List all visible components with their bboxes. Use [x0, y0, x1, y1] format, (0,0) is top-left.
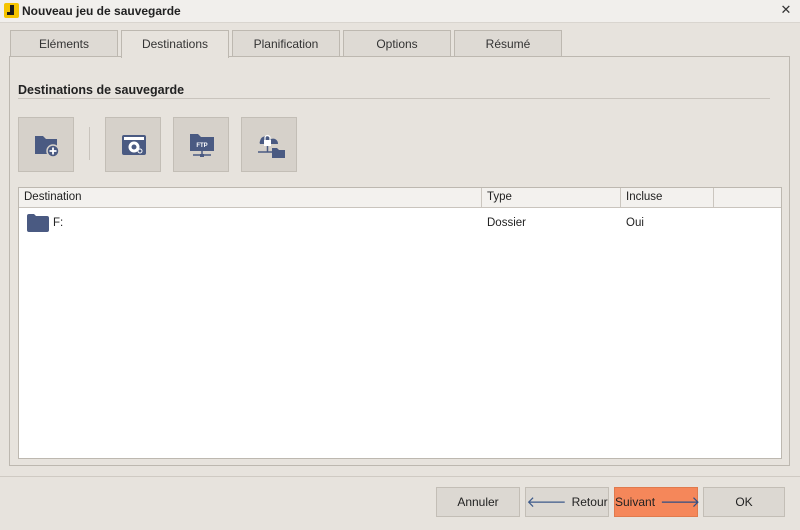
next-label: Suivant — [615, 495, 656, 509]
destinations-table: Destination Type Incluse F: Dossier Oui — [18, 187, 782, 459]
title-bar: Nouveau jeu de sauvegarde ✕ — [0, 0, 800, 23]
column-header-extra — [714, 188, 781, 207]
ftp-folder-icon: FTP — [190, 134, 214, 157]
back-label: Retour — [571, 495, 608, 509]
cancel-label: Annuler — [457, 495, 499, 509]
tab-planification[interactable]: Planification — [232, 30, 340, 56]
svg-text:FTP: FTP — [196, 143, 207, 149]
ok-label: OK — [735, 495, 753, 509]
footer-divider — [0, 476, 800, 477]
section-title: Destinations de sauvegarde — [18, 83, 185, 97]
cancel-button[interactable]: Annuler — [436, 487, 520, 517]
close-button[interactable]: ✕ — [778, 2, 794, 18]
tab-elements[interactable]: Eléments — [10, 30, 118, 56]
column-header-type[interactable]: Type — [482, 188, 621, 207]
section-divider — [18, 98, 770, 99]
table-row[interactable]: F: Dossier Oui — [19, 208, 781, 238]
window-title: Nouveau jeu de sauvegarde — [22, 4, 181, 18]
add-folder-icon — [35, 136, 60, 158]
tab-options[interactable]: Options — [343, 30, 451, 56]
arrow-right-icon: 🡒 — [660, 494, 701, 511]
add-network-destination-button[interactable] — [241, 117, 297, 172]
column-header-destination[interactable]: Destination — [19, 188, 482, 207]
tab-destinations[interactable]: Destinations — [121, 30, 229, 58]
ok-button[interactable]: OK — [703, 487, 785, 517]
disc-drive-icon — [122, 135, 146, 155]
table-header: Destination Type Incluse — [19, 188, 781, 208]
add-drive-destination-button[interactable] — [105, 117, 161, 172]
arrow-left-icon: 🡐 — [526, 494, 567, 511]
secure-network-folder-icon — [258, 134, 285, 158]
folder-icon — [27, 214, 49, 232]
toolbar-separator — [89, 127, 90, 160]
next-button[interactable]: Suivant 🡒 — [614, 487, 701, 517]
row-destination: F: — [53, 217, 64, 229]
column-header-included[interactable]: Incluse — [621, 188, 714, 207]
row-type: Dossier — [487, 217, 526, 229]
app-logo-icon — [4, 3, 19, 18]
add-folder-destination-button[interactable] — [18, 117, 74, 172]
tab-resume[interactable]: Résumé — [454, 30, 562, 56]
add-ftp-destination-button[interactable]: FTP — [173, 117, 229, 172]
back-button[interactable]: 🡐 Retour — [525, 487, 609, 517]
row-included: Oui — [626, 217, 644, 229]
